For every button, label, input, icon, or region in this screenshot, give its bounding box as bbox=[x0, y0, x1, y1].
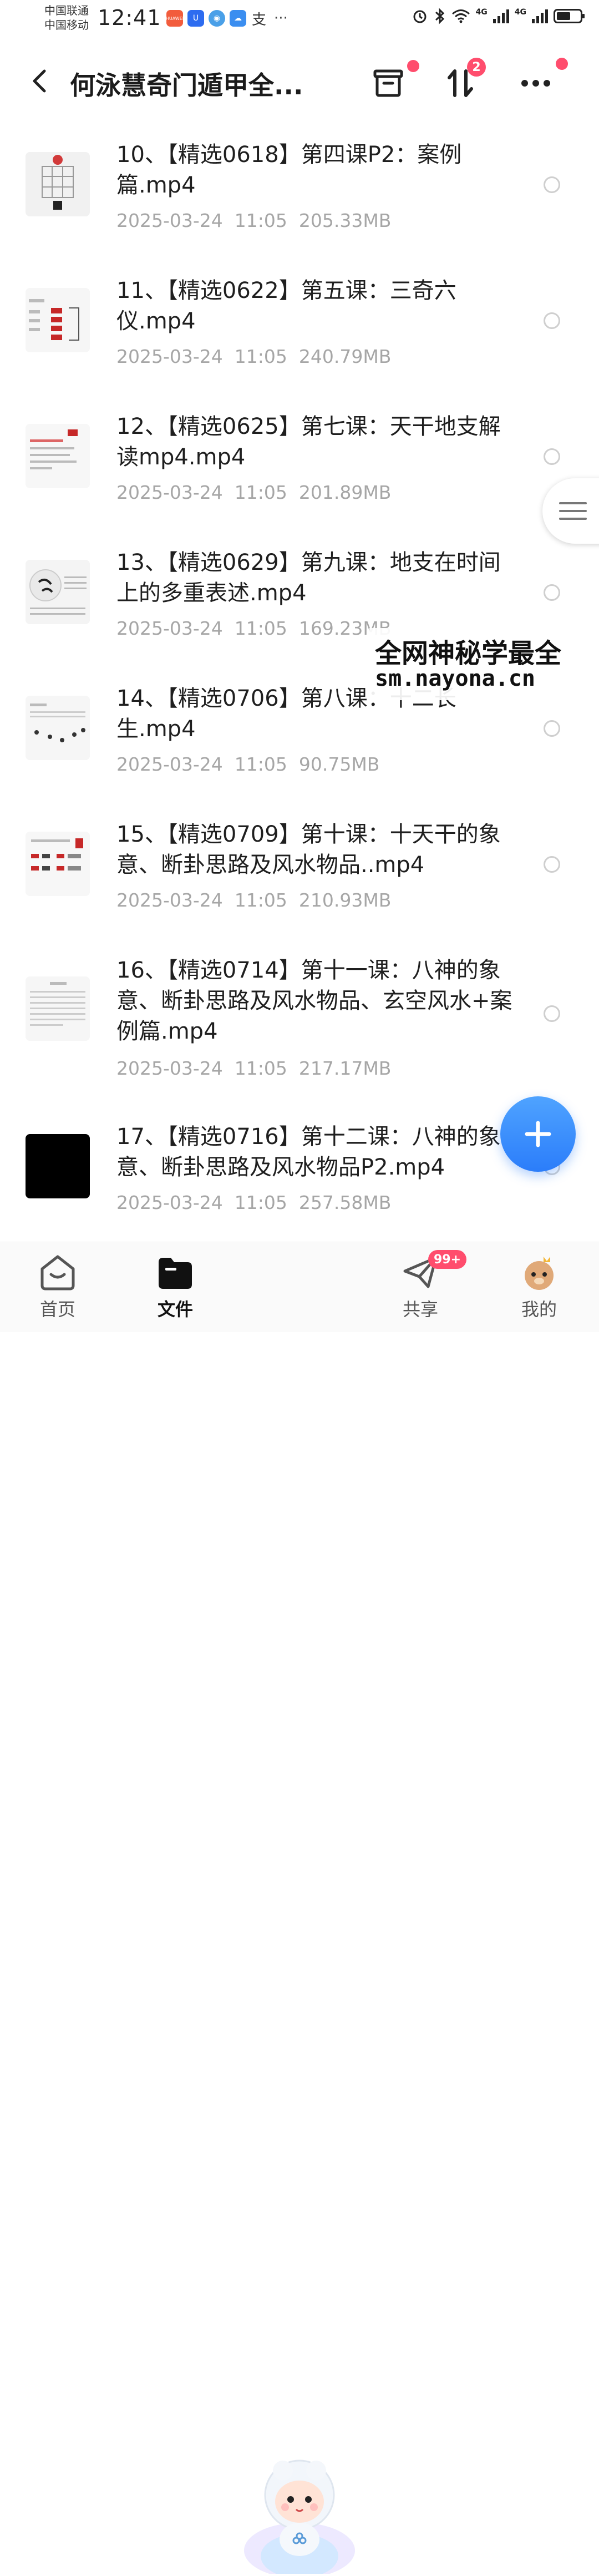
status-bar: 中国联通 中国移动 12:41 HUAWEI U ◉ ☁ 支 ··· 4G 4G bbox=[0, 0, 599, 39]
folder-icon bbox=[159, 1258, 192, 1289]
nav-home-label: 首页 bbox=[39, 1299, 75, 1320]
nav-files-label: 文件 bbox=[157, 1299, 193, 1320]
file-meta: 2025-03-24 11:05 201.89MB bbox=[116, 482, 391, 503]
select-radio[interactable] bbox=[544, 448, 560, 465]
alarm-icon bbox=[413, 10, 427, 23]
watermark-line-2: sm.nayona.cn bbox=[375, 666, 535, 691]
file-size: 217.17MB bbox=[298, 1057, 392, 1079]
back-arrow-icon[interactable] bbox=[29, 64, 51, 98]
file-size: 205.33MB bbox=[298, 210, 392, 231]
side-drawer-handle[interactable] bbox=[542, 478, 599, 544]
recycle-box-button[interactable] bbox=[366, 60, 419, 105]
status-app-icons: HUAWEI U ◉ ☁ 支 ··· bbox=[166, 10, 288, 28]
signal-2-icon bbox=[532, 9, 548, 23]
battery-icon bbox=[554, 9, 585, 23]
file-meta: 2025-03-24 11:05 210.93MB bbox=[116, 889, 391, 911]
bluetooth-icon bbox=[435, 8, 444, 24]
video-thumbnail bbox=[26, 976, 90, 1041]
select-radio[interactable] bbox=[544, 584, 560, 601]
more-options-button[interactable] bbox=[514, 58, 568, 105]
file-meta: 2025-03-24 11:05 257.58MB bbox=[116, 1192, 391, 1213]
nav-home[interactable]: 首页 bbox=[19, 1253, 97, 1321]
file-date: 2025-03-24 11:05 bbox=[116, 1192, 287, 1213]
more-notifications-icon: ··· bbox=[274, 10, 288, 27]
transfer-list-button[interactable]: 2 bbox=[438, 58, 486, 105]
alipay-icon: 支 bbox=[251, 11, 266, 28]
file-meta: 2025-03-24 11:05 169.23MB bbox=[116, 618, 391, 639]
archive-box-icon bbox=[373, 69, 403, 97]
bottom-nav: 首页 文件 99+ 共享 我的 bbox=[0, 1242, 599, 2576]
watermark-line-1: 全网神秘学最全 bbox=[375, 638, 562, 669]
nav-share-label: 共享 bbox=[402, 1299, 438, 1320]
nav-mine[interactable]: 我的 bbox=[500, 1253, 578, 1321]
video-thumbnail bbox=[26, 424, 90, 488]
network-type-1: 4G bbox=[475, 8, 488, 17]
status-indicators: 4G 4G bbox=[412, 8, 585, 24]
file-date: 2025-03-24 11:05 bbox=[116, 210, 287, 231]
file-name: 17、【精选0716】第十二课：八神的象意、断卦思路及风水物品P2.mp4 bbox=[116, 1124, 501, 1180]
mascot-assistant-button[interactable] bbox=[238, 2451, 361, 2576]
file-meta: 2025-03-24 11:05 217.17MB bbox=[116, 1057, 391, 1079]
select-radio[interactable] bbox=[544, 720, 560, 737]
browser-icon: ◉ bbox=[209, 10, 225, 27]
select-radio[interactable] bbox=[544, 1005, 560, 1022]
add-button[interactable] bbox=[500, 1096, 576, 1172]
video-thumbnail bbox=[26, 152, 90, 216]
notification-dot bbox=[556, 58, 568, 70]
video-thumbnail bbox=[26, 832, 90, 896]
file-date: 2025-03-24 11:05 bbox=[116, 889, 287, 911]
video-thumbnail bbox=[26, 1134, 90, 1198]
more-dots-icon bbox=[521, 80, 550, 87]
select-radio[interactable] bbox=[544, 856, 560, 873]
file-date: 2025-03-24 11:05 bbox=[116, 482, 287, 503]
video-thumbnail bbox=[26, 560, 90, 624]
video-thumbnail bbox=[26, 696, 90, 760]
file-date: 2025-03-24 11:05 bbox=[116, 346, 287, 367]
file-name: 13、【精选0629】第九课：地支在时间上的多重表述.mp4 bbox=[116, 550, 501, 606]
signal-1-icon bbox=[493, 9, 509, 23]
file-size: 90.75MB bbox=[298, 753, 380, 775]
page-title: 何泳慧奇门遁甲全... bbox=[70, 70, 303, 100]
u-app-icon: U bbox=[187, 10, 204, 27]
file-name: 15、【精选0709】第十课：十天干的象意、断卦思路及风水物品..mp4 bbox=[116, 822, 501, 878]
video-thumbnail bbox=[26, 288, 90, 352]
plus-icon bbox=[525, 1121, 551, 1147]
file-size: 210.93MB bbox=[298, 889, 392, 911]
file-name: 12、【精选0625】第七课：天干地支解读mp4.mp4 bbox=[116, 414, 501, 470]
nav-share[interactable]: 99+ 共享 bbox=[382, 1250, 467, 1321]
file-size: 257.58MB bbox=[298, 1192, 392, 1213]
network-type-2: 4G bbox=[514, 8, 526, 17]
file-name: 11、【精选0622】第五课：三奇六仪.mp4 bbox=[116, 278, 456, 334]
mascot-icon bbox=[244, 2459, 355, 2576]
notification-dot bbox=[407, 60, 419, 72]
status-time: 12:41 bbox=[98, 6, 161, 30]
weather-icon: ☁ bbox=[230, 10, 246, 27]
file-meta: 2025-03-24 11:05 240.79MB bbox=[116, 346, 391, 367]
home-icon bbox=[40, 1255, 75, 1290]
wifi-icon bbox=[451, 9, 470, 23]
carrier-names: 中国联通 中国移动 bbox=[44, 3, 89, 32]
select-radio[interactable] bbox=[544, 312, 560, 329]
file-name: 16、【精选0714】第十一课：八神的象意、断卦思路及风水物品、玄空风水+案例篇… bbox=[116, 958, 512, 1044]
folder-header: 何泳慧奇门遁甲全... 2 bbox=[0, 44, 599, 117]
file-size: 201.89MB bbox=[298, 482, 392, 503]
share-count-badge: 99+ bbox=[428, 1250, 467, 1269]
file-date: 2025-03-24 11:05 bbox=[116, 618, 287, 639]
transfer-count-badge: 2 bbox=[467, 58, 486, 77]
file-size: 240.79MB bbox=[298, 346, 392, 367]
file-meta: 2025-03-24 11:05 90.75MB bbox=[116, 753, 379, 775]
menu-lines-icon bbox=[559, 502, 587, 520]
file-date: 2025-03-24 11:05 bbox=[116, 753, 287, 775]
file-name: 10、【精选0618】第四课P2：案例篇.mp4 bbox=[116, 142, 462, 198]
carrier-1: 中国联通 bbox=[44, 4, 89, 17]
carrier-2: 中国移动 bbox=[44, 18, 89, 32]
select-radio[interactable] bbox=[544, 176, 560, 193]
huawei-store-icon: HUAWEI bbox=[166, 10, 184, 27]
avatar bbox=[525, 1257, 554, 1290]
nav-files[interactable]: 文件 bbox=[136, 1253, 214, 1321]
nav-mine-label: 我的 bbox=[521, 1299, 557, 1320]
file-meta: 2025-03-24 11:05 205.33MB bbox=[116, 210, 391, 231]
file-date: 2025-03-24 11:05 bbox=[116, 1057, 287, 1079]
